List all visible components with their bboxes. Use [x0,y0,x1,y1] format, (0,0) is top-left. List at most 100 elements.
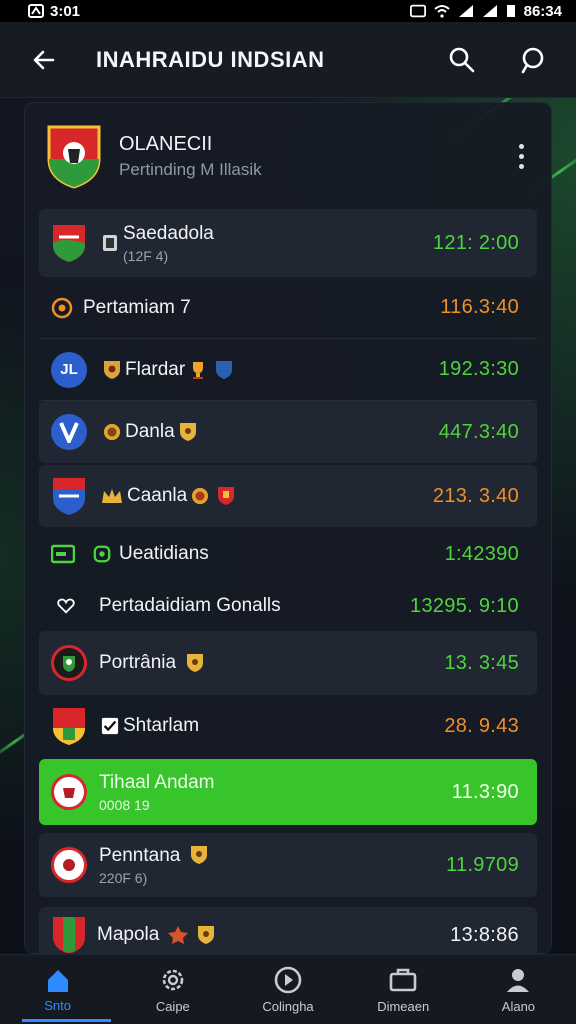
score-time: 1:42390 [444,542,519,565]
status-bar: 3:01 86:34 [0,0,576,22]
signal-icon [482,5,497,17]
checkbox-icon[interactable] [101,716,119,736]
list-item[interactable]: Shtarlam 28. 9.43 [39,695,537,757]
trophy-icon [193,361,204,379]
team-logo-icon [51,414,87,450]
team-subtext: 220F 6) [99,869,148,886]
more-options-button[interactable] [511,143,531,169]
score-time: 13295. 9:10 [410,594,519,617]
page-title: INAHRAIDU INDSIAN [96,46,325,72]
shield-icon [218,487,235,505]
nav-label: Snto [44,998,71,1013]
score-time: 13. 3:45 [444,651,519,674]
nfc-icon [409,4,426,18]
stats-icon [93,545,111,563]
team-name: Pertamiam 7 [83,296,191,318]
heart-icon [57,598,75,614]
signal-icon [458,5,473,17]
shield-icon [187,654,204,672]
list-item[interactable]: Saedadola (12F 4) 121: 2:00 [39,209,537,277]
nav-item-profile[interactable]: Alano [461,955,576,1024]
score-time: 213. 3.40 [432,484,519,507]
search-icon [449,47,475,72]
crown-icon [102,489,122,503]
list-item[interactable]: Danla 447.3:40 [39,401,537,463]
team-name: Caanla [127,485,188,506]
team-crest-icon [47,125,101,189]
team-name: Tihaal Andam [99,771,215,793]
team-crest-icon [53,708,85,745]
team-name: Ueatidians [119,543,209,564]
nav-label: Colingha [262,999,314,1014]
shield-icon [216,360,233,379]
nav-item-briefcase[interactable]: Dimeaen [346,955,461,1024]
team-subtext: 0008 19 [99,796,150,813]
nav-item-settings[interactable]: Caipe [115,955,230,1024]
settings-gear-icon [162,969,184,991]
team-logo-icon [51,645,87,681]
profile-icon [507,969,530,992]
status-time-left: 3:01 [50,2,81,20]
app-bar: INAHRAIDU INDSIAN [0,22,576,98]
chat-button[interactable] [512,40,552,80]
score-time: 11.3:90 [451,780,519,803]
team-crest-icon [53,917,85,953]
list-item[interactable]: JL Flardar 192.3:30 [39,339,537,401]
search-button[interactable] [442,40,482,80]
team-logo-icon: JL [51,351,87,388]
team-name: Portrânia [99,652,177,673]
score-time: 116.3:40 [440,296,519,318]
nav-label: Caipe [155,999,190,1014]
league-title: OLANECII [119,132,213,155]
team-name: Pertadaidiam Gonalls [99,595,281,616]
list-item[interactable]: Pertadaidiam Gonalls 13295. 9:10 [39,581,537,631]
card-header: OLANECII Pertinding M Illasik [25,103,551,209]
battery-icon [506,5,515,17]
nav-item-home[interactable]: Snto [0,955,115,1024]
nav-label: Dimeaen [377,999,430,1014]
team-crest-icon [53,225,85,262]
score-time: 192.3:30 [438,358,519,380]
shield-icon [104,360,120,379]
shield-icon [198,926,215,944]
standings-card: OLANECII Pertinding M Illasik Saedadola … [24,102,552,954]
score-time: 13:8:86 [450,923,519,946]
nav-item-play[interactable]: Colingha [230,955,345,1024]
wifi-icon [433,5,450,18]
team-name: Mapola [97,924,160,945]
shield-icon [191,846,208,864]
back-button[interactable] [24,40,64,80]
score-time: 11.9709 [446,853,519,876]
star-badge-icon [168,926,189,944]
chat-bubble-icon [521,47,544,73]
score-time: 121: 2:00 [432,231,519,254]
notification-icon [28,4,44,18]
play-circle-icon [274,966,302,994]
team-logo-icon [51,774,87,810]
list-item[interactable]: Mapola 13:8:86 [39,907,537,953]
score-time: 447.3:40 [438,420,519,443]
team-name: Flardar [125,358,186,380]
team-logo-icon [51,847,87,883]
team-name: Shtarlam [123,715,200,736]
bottom-navigation: Snto Caipe Colingha Dimeaen Alano [0,954,576,1024]
list-item[interactable]: Portrânia 13. 3:45 [39,631,537,695]
list-item[interactable]: Ueatidians 1:42390 [39,527,537,581]
status-time-right: 86:34 [523,2,562,20]
arrow-left-icon [33,50,55,69]
list-item[interactable]: Pertamiam 7 116.3:40 [39,277,537,339]
team-name: Danla [125,421,175,442]
list-item[interactable]: Penntana 220F 6) 11.9709 [39,833,537,897]
badge-icon [103,423,121,441]
scoreboard-icon [51,544,75,564]
home-icon [47,970,68,992]
team-subtext: (12F 4) [123,247,169,264]
target-icon [51,297,73,318]
score-time: 28. 9.43 [444,714,519,737]
league-subtitle: Pertinding M Illasik [119,159,262,179]
team-name: Saedadola [123,222,214,244]
list-item-selected[interactable]: Tihaal Andam 0008 19 11.3:90 [39,759,537,825]
list-item[interactable]: Caanla 213. 3.40 [39,465,537,527]
team-name: Penntana [99,844,181,866]
briefcase-icon [389,968,417,992]
